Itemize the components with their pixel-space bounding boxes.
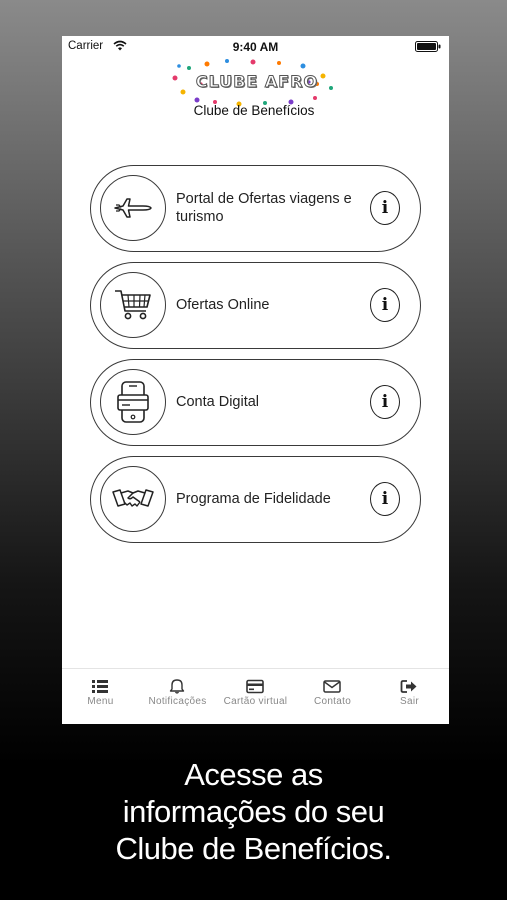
card-label: Conta Digital: [176, 394, 260, 410]
handshake-icon: [112, 489, 154, 507]
credit-card-icon: [246, 679, 264, 694]
card-label: Ofertas Online: [176, 297, 270, 313]
promo-caption: Acesse as informações do seu Clube de Be…: [0, 756, 507, 867]
envelope-icon: [323, 680, 341, 693]
tab-label: Cartão virtual: [223, 696, 288, 707]
card-label: Portal de Ofertas viagens e turismo: [176, 191, 352, 225]
card-loyalty-program[interactable]: Programa de Fidelidade i: [90, 456, 421, 543]
bell-icon: [169, 679, 185, 694]
info-icon[interactable]: i: [370, 482, 400, 516]
battery-icon: [415, 41, 441, 52]
caption-line: Clube de Benefícios.: [115, 831, 392, 866]
card-online-offers[interactable]: Ofertas Online i: [90, 262, 421, 349]
tab-contact[interactable]: Contato: [294, 669, 371, 713]
info-icon[interactable]: i: [370, 385, 400, 419]
phone-card-icon: [117, 381, 149, 423]
card-icon-container: [100, 466, 166, 532]
info-icon[interactable]: i: [370, 191, 400, 225]
card-icon-container: [100, 272, 166, 338]
club-logo: CLUBE AFRO Clube de Benefícios: [167, 58, 337, 122]
tab-menu[interactable]: Menu: [62, 669, 139, 713]
sign-out-icon: [400, 680, 417, 693]
shopping-cart-icon: [115, 290, 151, 320]
tab-virtual-card[interactable]: Cartão virtual: [217, 669, 294, 713]
caption-line: Acesse as: [184, 757, 323, 792]
card-label: Programa de Fidelidade: [176, 491, 331, 507]
phone-screen: Carrier 9:40 AM CLUBE AFRO Clube de Bene…: [62, 36, 449, 724]
bottom-tab-bar: Menu Notificações Cartão virtual Contato: [62, 668, 449, 724]
page-title: Clube de Benefícios: [193, 103, 315, 118]
card-digital-account[interactable]: Conta Digital i: [90, 359, 421, 446]
card-icon-container: [100, 369, 166, 435]
tab-logout[interactable]: Sair: [371, 669, 448, 713]
card-icon-container: [100, 175, 166, 241]
status-bar: Carrier 9:40 AM: [62, 36, 449, 56]
logo-wordmark: CLUBE AFRO: [195, 72, 319, 92]
info-icon[interactable]: i: [370, 288, 400, 322]
caption-line: informações do seu: [122, 794, 385, 829]
tab-label: Sair: [400, 696, 419, 707]
airplane-icon: [114, 198, 152, 218]
tab-notifications[interactable]: Notificações: [139, 669, 216, 713]
tab-label: Contato: [313, 696, 352, 707]
tab-label: Notificações: [148, 696, 207, 707]
list-icon: [92, 680, 108, 693]
clock: 9:40 AM: [232, 40, 279, 54]
card-travel-offers[interactable]: Portal de Ofertas viagens e turismo i: [90, 165, 421, 252]
